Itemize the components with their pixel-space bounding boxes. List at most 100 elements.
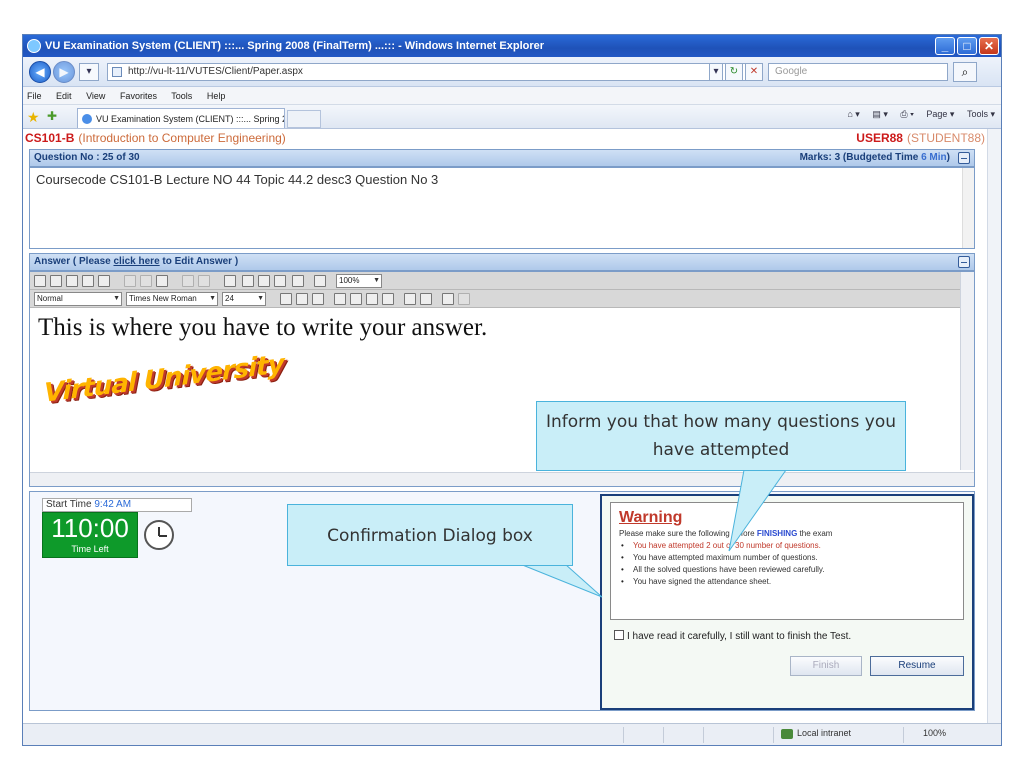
save-icon[interactable] [66, 275, 78, 287]
warning-intro: Please make sure the following before FI… [619, 529, 955, 538]
start-time: Start Time 9:42 AM [42, 498, 192, 512]
marks-text: Marks: 3 (Budgeted Time [799, 152, 922, 163]
marks-info: Marks: 3 (Budgeted Time 6 Min) [800, 150, 950, 166]
warning-item-attempted: You have attempted 2 out of 30 number of… [619, 540, 955, 552]
cut-icon[interactable] [124, 275, 136, 287]
page-menu[interactable]: Page ▾ [926, 109, 954, 119]
open-icon[interactable] [50, 275, 62, 287]
edit-answer-link[interactable]: click here [113, 256, 159, 267]
virtual-university-logo: Virtual University [44, 349, 284, 409]
align-right-icon[interactable] [366, 293, 378, 305]
tools-menu[interactable]: Tools ▾ [967, 109, 995, 119]
align-center-icon[interactable] [350, 293, 362, 305]
security-zone[interactable]: Local intranet [781, 728, 851, 739]
align-left-icon[interactable] [334, 293, 346, 305]
marks-minutes: 6 Min [921, 152, 947, 163]
confirm-checkbox[interactable] [614, 630, 624, 640]
confirm-checkbox-row[interactable]: I have read it carefully, I still want t… [614, 630, 851, 642]
new-doc-icon[interactable] [34, 275, 46, 287]
address-bar: ◀ ▶ ▾ http://vu-lt-11/VUTES/Client/Paper… [23, 57, 1001, 87]
resume-button[interactable]: Resume [870, 656, 964, 676]
timer-value: 110:00 [51, 513, 129, 543]
history-dropdown-icon[interactable]: ▾ [79, 63, 99, 81]
menu-edit[interactable]: Edit [56, 91, 72, 101]
warning-item-attendance: You have signed the attendance sheet. [619, 576, 955, 588]
url-field[interactable]: http://vu-lt-11/VUTES/Client/Paper.aspx [107, 63, 763, 81]
outdent-icon[interactable] [458, 293, 470, 305]
course-header: CS101-B (Introduction to Computer Enginee… [25, 131, 985, 147]
forward-button[interactable]: ▶ [53, 61, 75, 83]
print-doc-icon[interactable] [82, 275, 94, 287]
search-input[interactable]: Google [768, 63, 948, 81]
new-tab-button[interactable] [287, 110, 321, 128]
menu-help[interactable]: Help [207, 91, 226, 101]
tab-exam[interactable]: VU Examination System (CLIENT) :::... Sp… [77, 108, 285, 128]
window-title-bar: VU Examination System (CLIENT) :::... Sp… [23, 35, 1001, 57]
ie-logo-icon [27, 39, 41, 53]
stop-icon[interactable]: ✕ [745, 63, 763, 81]
table-props-icon[interactable] [274, 275, 286, 287]
redo-icon[interactable] [198, 275, 210, 287]
paste-icon[interactable] [156, 275, 168, 287]
finish-button[interactable]: Finish [790, 656, 862, 676]
zoom-select[interactable]: 100% [336, 274, 382, 288]
menu-view[interactable]: View [86, 91, 105, 101]
callout-attempted: Inform you that how many questions you h… [536, 401, 906, 471]
page-scrollbar[interactable] [987, 129, 1001, 723]
editor-horizontal-scrollbar[interactable] [30, 472, 974, 486]
find-icon[interactable] [224, 275, 236, 287]
undo-icon[interactable] [182, 275, 194, 287]
home-icon[interactable]: ⌂ ▾ [847, 109, 859, 119]
maximize-button[interactable]: □ [957, 37, 977, 55]
answer-label: Answer ( Please [34, 256, 114, 267]
question-scrollbar[interactable] [962, 168, 974, 248]
question-text-box: Coursecode CS101-B Lecture NO 44 Topic 4… [29, 167, 975, 249]
feeds-icon[interactable]: ▤ ▾ [872, 109, 888, 119]
paragraph-icon[interactable] [292, 275, 304, 287]
answer-text[interactable]: This is where you have to write your ans… [38, 314, 487, 342]
menu-favorites[interactable]: Favorites [120, 91, 157, 101]
minimize-button[interactable]: _ [935, 37, 955, 55]
url-dropdown-icon[interactable]: ▾ [709, 63, 723, 81]
font-select[interactable]: Times New Roman [126, 292, 218, 306]
back-button[interactable]: ◀ [29, 61, 51, 83]
indent-icon[interactable] [442, 293, 454, 305]
style-select[interactable]: Normal [34, 292, 122, 306]
favorites-star-icon[interactable]: ★ [27, 109, 40, 126]
underline-icon[interactable] [312, 293, 324, 305]
browser-window: VU Examination System (CLIENT) :::... Sp… [22, 34, 1002, 746]
tab-bar: ★ ✚ VU Examination System (CLIENT) :::..… [23, 105, 1001, 129]
search-icon[interactable]: ⌕ [953, 62, 977, 82]
editor-vertical-scrollbar[interactable] [960, 272, 974, 470]
refresh-icon[interactable]: ↻ [725, 63, 743, 81]
menu-tools[interactable]: Tools [171, 91, 192, 101]
warning-title: Warning [619, 509, 683, 526]
print-icon[interactable]: ⎙ ▾ [900, 109, 913, 119]
italic-icon[interactable] [296, 293, 308, 305]
table-icon[interactable] [258, 275, 270, 287]
start-time-label: Start Time [46, 499, 95, 510]
warning-intro-text: Please make sure the following before [619, 529, 757, 538]
add-favorites-icon[interactable]: ✚ [47, 109, 57, 123]
status-divider [663, 727, 664, 743]
window-title: VU Examination System (CLIENT) :::... Sp… [45, 40, 545, 52]
collapse-question-icon[interactable] [958, 152, 970, 164]
size-select[interactable]: 24 [222, 292, 266, 306]
warning-item-maximum: You have attempted maximum number of que… [619, 552, 955, 564]
url-text: http://vu-lt-11/VUTES/Client/Paper.aspx [128, 66, 303, 77]
answer-header: Answer ( Please click here to Edit Answe… [29, 253, 975, 271]
justify-icon[interactable] [382, 293, 394, 305]
preview-icon[interactable] [98, 275, 110, 287]
help-icon[interactable] [314, 275, 326, 287]
image-icon[interactable] [242, 275, 254, 287]
close-button[interactable]: ✕ [979, 37, 999, 55]
warning-list: You have attempted 2 out of 30 number of… [619, 540, 955, 588]
collapse-answer-icon[interactable] [958, 256, 970, 268]
zoom-level[interactable]: 100% [923, 728, 946, 738]
bold-icon[interactable] [280, 293, 292, 305]
menu-file[interactable]: File [27, 91, 42, 101]
bullet-list-icon[interactable] [420, 293, 432, 305]
numbered-list-icon[interactable] [404, 293, 416, 305]
status-divider [703, 727, 704, 743]
copy-icon[interactable] [140, 275, 152, 287]
